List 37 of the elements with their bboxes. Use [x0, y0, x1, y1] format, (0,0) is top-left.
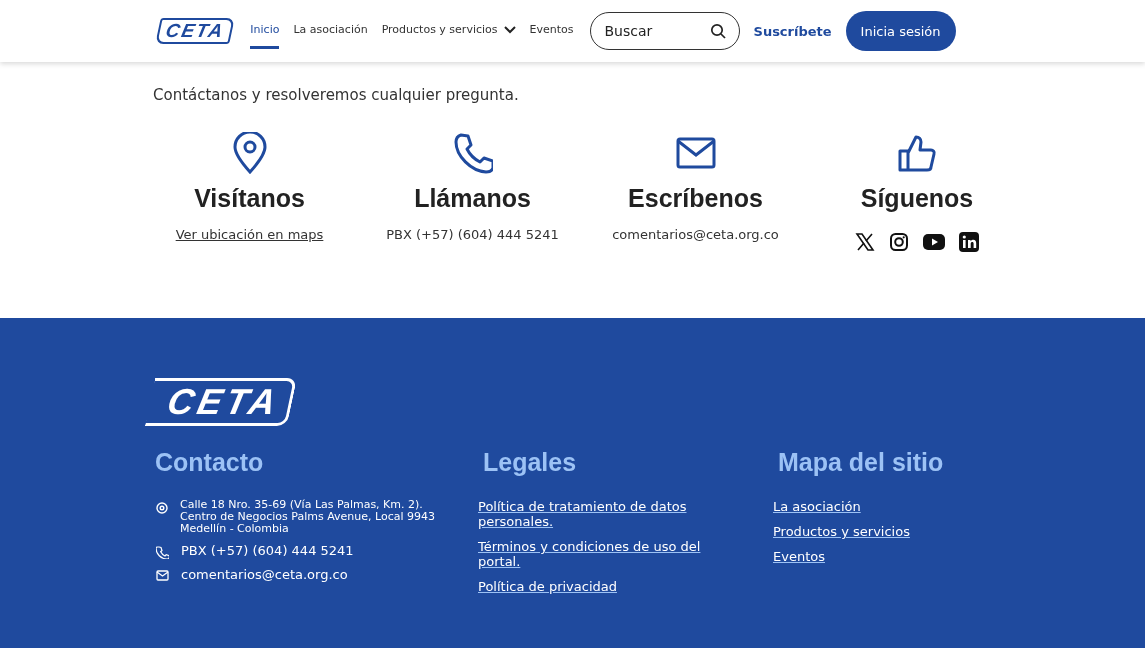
intro-text: Contáctanos y resolveremos cualquier pregunta. [153, 86, 520, 104]
instagram-icon[interactable] [889, 232, 909, 252]
nav-link[interactable]: Productos y servicios [381, 13, 516, 49]
contact-text: comentarios@ceta.org.co [181, 567, 349, 583]
footer-link[interactable]: Política de privacidad [478, 579, 718, 594]
logo[interactable]: CETA [155, 18, 236, 44]
column-heading: Contacto [155, 448, 265, 477]
card-title: Escríbenos [628, 184, 763, 213]
card-title: Visítanos [194, 184, 305, 213]
nav-link[interactable]: La asociación [293, 13, 368, 49]
location-pin-icon [156, 502, 168, 515]
card-text: comentarios@ceta.org.co [612, 227, 779, 242]
card-title: Síguenos [860, 184, 974, 213]
contact-text: PBX (+57) (604) 444 5241 [181, 543, 355, 559]
envelope-icon [156, 570, 169, 581]
nav-link[interactable]: Inicio [250, 13, 280, 49]
login-button[interactable]: Inicia sesión [845, 11, 956, 51]
footer-logo[interactable]: CETA [144, 378, 298, 426]
card-title: Llámanos [414, 184, 531, 213]
footer-link[interactable]: Productos y servicios [773, 524, 1013, 539]
linkedin-icon[interactable] [959, 232, 979, 252]
card-text: PBX (+57) (604) 444 5241 [386, 227, 559, 242]
footer-link[interactable]: Eventos [773, 549, 1013, 564]
subscribe-link[interactable]: Suscríbete [753, 23, 832, 39]
search-field[interactable]: Buscar [589, 12, 740, 50]
youtube-icon[interactable] [923, 234, 945, 250]
footer-link[interactable]: La asociación [773, 499, 1013, 514]
nav-link[interactable]: Eventos [529, 13, 574, 49]
contact-text: Calle 18 Nro. 35-69 (Vía Las Palmas, Km. 2). Centro de Negocios Palms Avenue, Local 9943 Medellín - Colombia [180, 499, 436, 535]
footer-link[interactable]: Términos y condiciones de uso del portal. [478, 539, 718, 569]
column-heading: Legales [483, 448, 578, 477]
phone-icon [156, 546, 169, 559]
maps-link[interactable]: Ver ubicación en maps [175, 227, 324, 242]
column-heading: Mapa del sitio [778, 448, 945, 477]
search-icon [709, 23, 726, 39]
footer-link[interactable]: Política de tratamiento de datos personales. [478, 499, 718, 529]
phone-icon [452, 132, 493, 174]
